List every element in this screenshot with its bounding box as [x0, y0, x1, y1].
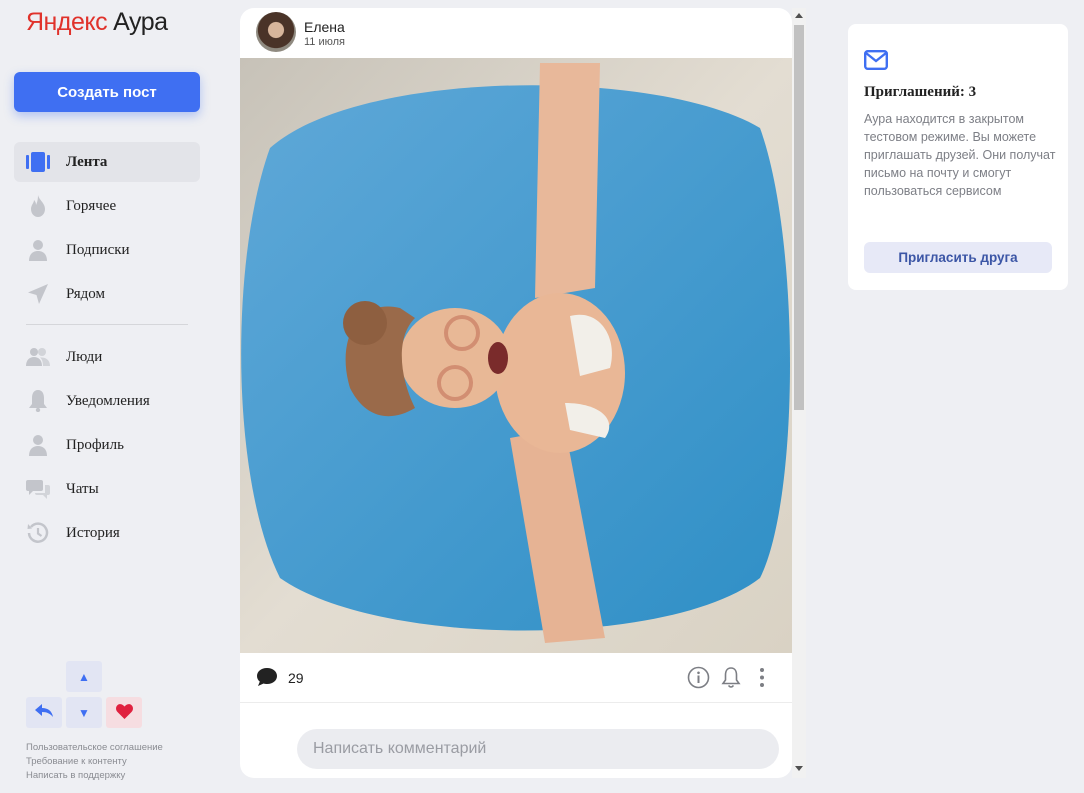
location-arrow-icon: [26, 282, 50, 306]
post-actions-bar: 29: [240, 653, 792, 703]
post-card: Елена 11 июля 29 Написать комментарий: [240, 8, 792, 778]
sidebar-item-nearby[interactable]: Рядом: [14, 274, 200, 314]
fire-icon: [26, 194, 50, 218]
post-author[interactable]: Елена: [304, 19, 345, 35]
scroll-down-arrow[interactable]: [795, 766, 803, 771]
invite-friend-button[interactable]: Пригласить друга: [864, 242, 1052, 273]
invite-title: Приглашений: 3: [864, 84, 977, 100]
scroll-thumb[interactable]: [794, 25, 804, 410]
sidebar-item-people[interactable]: Люди: [14, 337, 200, 377]
sidebar-item-label: Люди: [66, 348, 103, 365]
invite-card: Приглашений: 3 Аура находится в закрытом…: [848, 24, 1068, 290]
logo-product: Аура: [113, 8, 168, 36]
like-button[interactable]: [106, 697, 142, 728]
bell-icon: [26, 389, 50, 413]
reply-button[interactable]: [26, 697, 62, 728]
sidebar-item-label: Уведомления: [66, 392, 150, 409]
history-icon: [26, 521, 50, 545]
logo[interactable]: Яндекс Аура: [26, 8, 168, 37]
sidebar-item-history[interactable]: История: [14, 513, 200, 553]
avatar[interactable]: [256, 12, 296, 52]
more-options-icon[interactable]: [759, 666, 765, 694]
scroll-up-arrow[interactable]: [795, 13, 803, 18]
arrow-up-button[interactable]: ▲: [66, 661, 102, 692]
reply-icon: [35, 704, 53, 721]
heart-icon: [115, 703, 133, 722]
sidebar-item-label: Рядом: [66, 285, 106, 302]
invite-description: Аура находится в закрытом тестовом режим…: [864, 112, 1056, 198]
chat-icon: [26, 477, 50, 501]
info-icon[interactable]: [687, 666, 710, 694]
link-user-agreement[interactable]: Пользовательское соглашение: [26, 741, 163, 755]
arrow-up-icon: ▲: [78, 669, 90, 684]
arrow-down-button[interactable]: ▼: [66, 697, 102, 728]
sidebar-item-label: Профиль: [66, 436, 124, 453]
post-photo[interactable]: [240, 58, 792, 653]
sidebar-item-chats[interactable]: Чаты: [14, 469, 200, 509]
link-content-requirements[interactable]: Требование к контенту: [26, 755, 163, 769]
comments-count: 29: [288, 670, 304, 686]
mail-icon: [864, 50, 889, 75]
sidebar-nav: Лента Горячее Подписки Рядом Люди Уведом…: [14, 142, 200, 557]
sidebar-item-label: История: [66, 524, 120, 541]
comment-input[interactable]: [297, 729, 779, 769]
comment-icon[interactable]: [256, 667, 278, 692]
arrow-down-icon: ▼: [78, 705, 90, 720]
navigation-pad: ▲ ▼: [26, 661, 146, 731]
logo-yandex: Яндекс: [26, 8, 108, 36]
sidebar-item-profile[interactable]: Профиль: [14, 425, 200, 465]
nav-divider: [26, 324, 188, 325]
sidebar-item-label: Подписки: [66, 241, 130, 258]
person-icon: [26, 238, 50, 262]
scrollbar[interactable]: [792, 8, 806, 778]
sidebar-item-subscriptions[interactable]: Подписки: [14, 230, 200, 270]
post-date: 11 июля: [304, 36, 346, 48]
footer-links: Пользовательское соглашение Требование к…: [26, 741, 163, 783]
sidebar-item-feed[interactable]: Лента: [14, 142, 200, 182]
bell-icon[interactable]: [721, 666, 741, 694]
feed-icon: [26, 150, 50, 174]
sidebar-item-notifications[interactable]: Уведомления: [14, 381, 200, 421]
sidebar-item-label: Лента: [66, 153, 108, 170]
sidebar-item-label: Горячее: [66, 197, 117, 214]
create-post-button[interactable]: Создать пост: [14, 72, 200, 112]
post-header: Елена 11 июля: [240, 8, 792, 58]
link-support[interactable]: Написать в поддержку: [26, 769, 163, 783]
people-icon: [26, 345, 50, 369]
sidebar-item-hot[interactable]: Горячее: [14, 186, 200, 226]
person-icon: [26, 433, 50, 457]
sidebar-item-label: Чаты: [66, 480, 99, 497]
